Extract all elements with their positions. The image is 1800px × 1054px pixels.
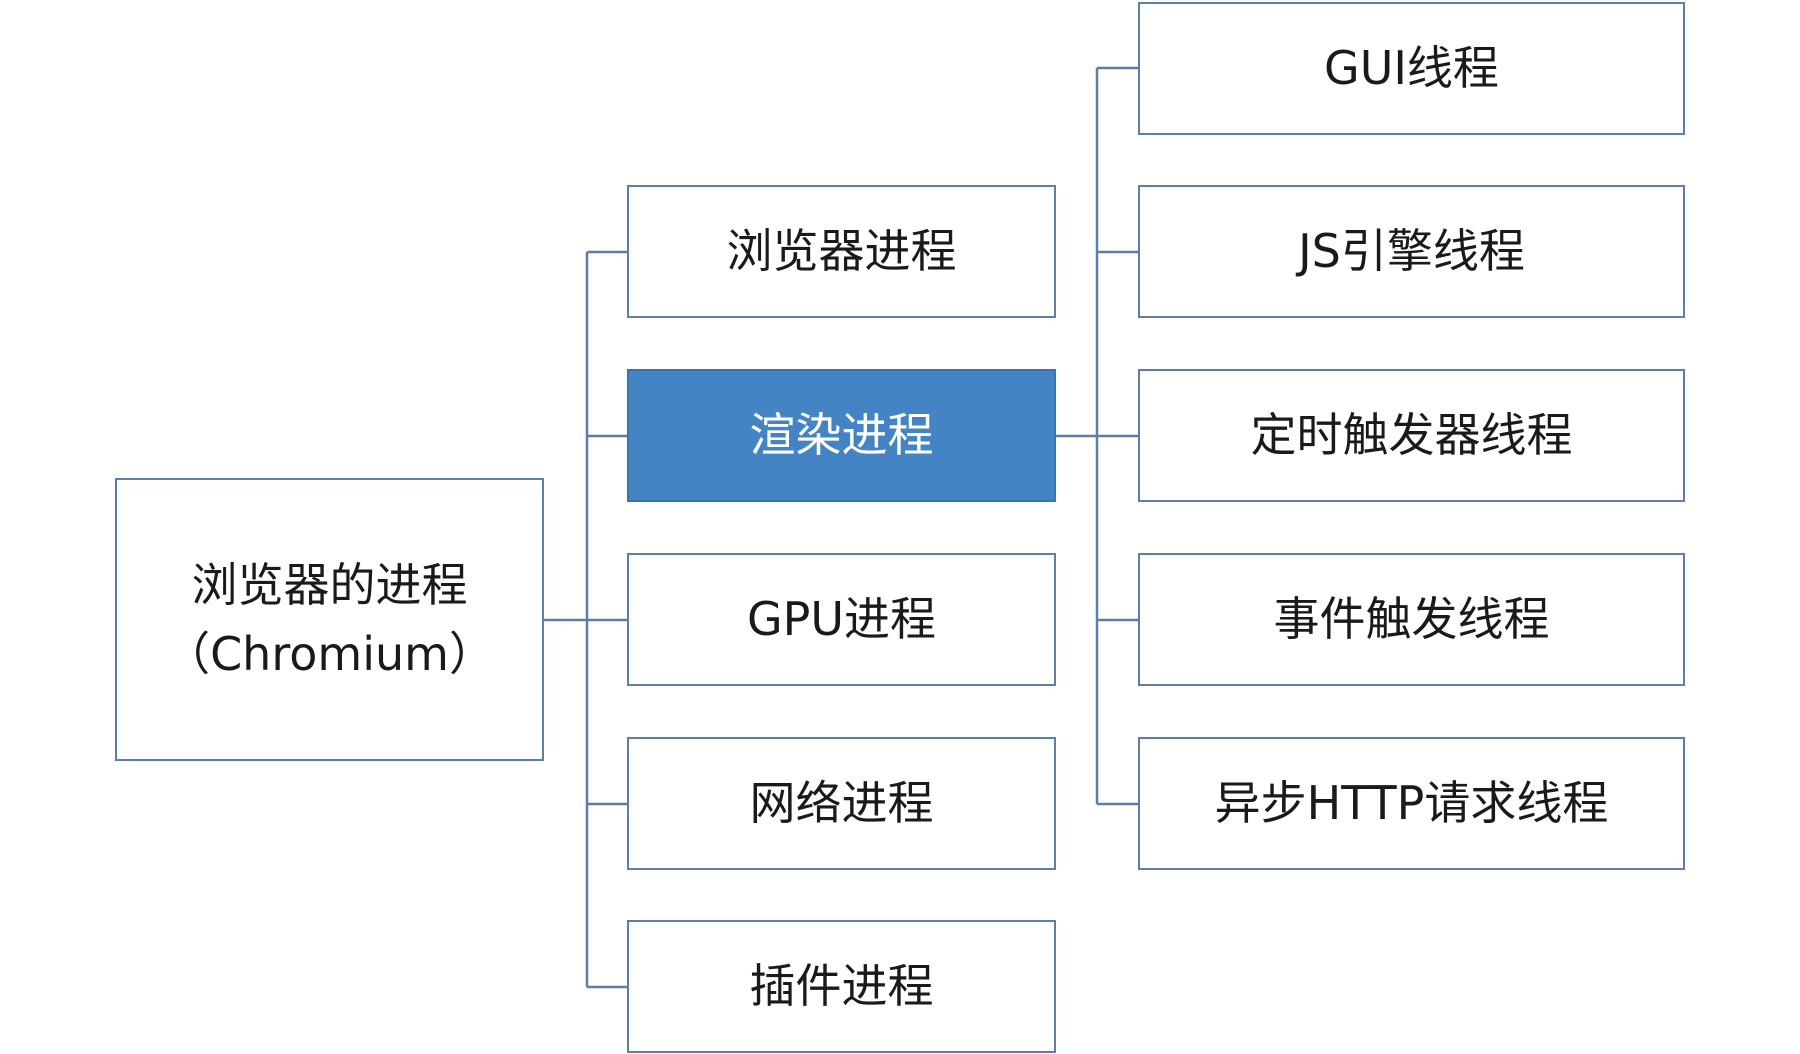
process-node-network: 网络进程 <box>627 737 1056 870</box>
thread-node-label: 定时触发器线程 <box>1250 408 1573 462</box>
process-node-label: 网络进程 <box>749 776 934 830</box>
process-node-plugin: 插件进程 <box>627 920 1056 1053</box>
thread-node-event-trigger: 事件触发线程 <box>1138 553 1685 686</box>
process-node-gpu: GPU进程 <box>627 553 1056 686</box>
process-tree-diagram: 浏览器的进程 （Chromium） 浏览器进程 渲染进程 GPU进程 网络进程 … <box>0 0 1800 1054</box>
root-node-title: 浏览器的进程 <box>191 557 468 612</box>
process-node-label: 插件进程 <box>749 959 934 1013</box>
process-node-renderer: 渲染进程 <box>627 369 1056 502</box>
thread-node-label: 事件触发线程 <box>1273 592 1550 646</box>
thread-node-gui: GUI线程 <box>1138 2 1685 135</box>
process-node-label: GPU进程 <box>746 592 937 646</box>
process-node-label: 浏览器进程 <box>726 224 957 278</box>
process-node-browser: 浏览器进程 <box>627 185 1056 318</box>
root-node-browser-processes: 浏览器的进程 （Chromium） <box>115 478 544 761</box>
thread-node-label: 异步HTTP请求线程 <box>1214 776 1609 830</box>
thread-node-label: JS引擎线程 <box>1298 224 1525 278</box>
thread-node-timer-trigger: 定时触发器线程 <box>1138 369 1685 502</box>
root-node-subtitle: （Chromium） <box>164 626 495 681</box>
thread-node-async-http: 异步HTTP请求线程 <box>1138 737 1685 870</box>
process-node-label: 渲染进程 <box>749 408 934 462</box>
thread-node-label: GUI线程 <box>1324 41 1499 95</box>
thread-node-js-engine: JS引擎线程 <box>1138 185 1685 318</box>
